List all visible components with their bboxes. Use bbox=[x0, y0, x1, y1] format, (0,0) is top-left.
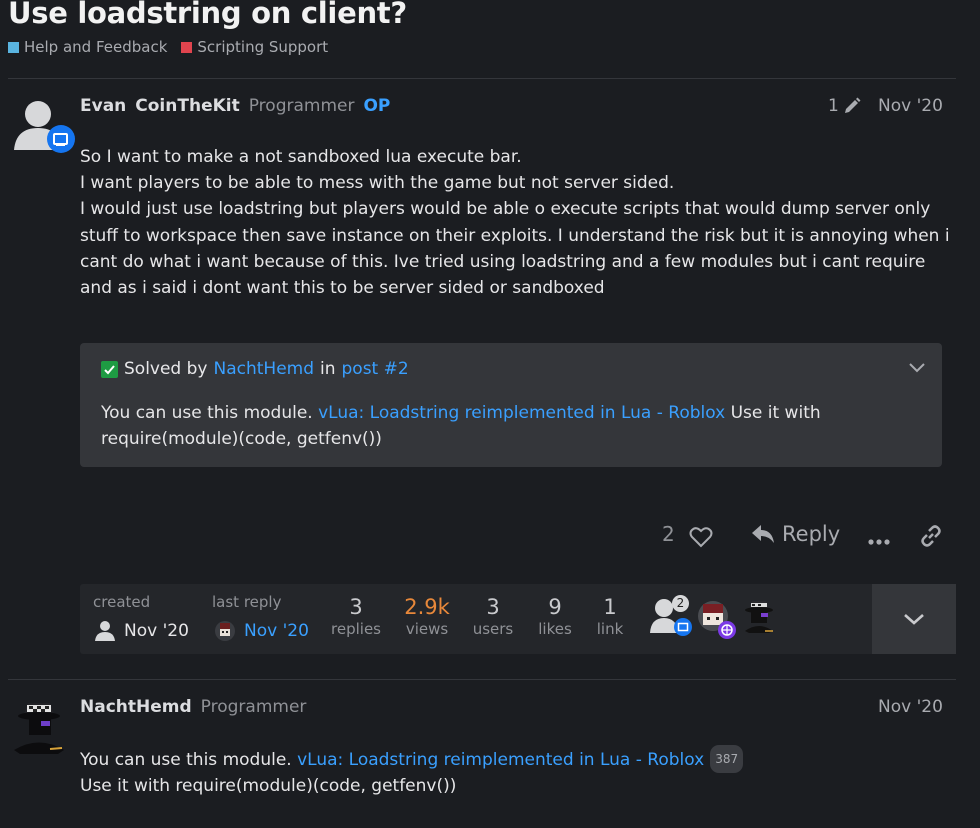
accepted-answer-box: Solved by NachtHemd in post #2 You can u… bbox=[80, 343, 942, 467]
post-username[interactable]: Evan bbox=[80, 96, 126, 116]
post-content: You can use this module. vLua: Loadstrin… bbox=[80, 745, 960, 799]
default-user-icon bbox=[95, 621, 115, 641]
heart-icon bbox=[689, 527, 713, 548]
participant-avatar[interactable]: 2 bbox=[650, 595, 694, 639]
views-count: 2.9k bbox=[404, 595, 450, 619]
topic-title[interactable]: Use loadstring on client? bbox=[8, 0, 407, 30]
pencil-icon bbox=[844, 97, 861, 113]
chevron-down-icon bbox=[904, 614, 924, 625]
participant-avatar[interactable] bbox=[739, 597, 779, 639]
post-paragraph: I would just use loadstring but players … bbox=[80, 199, 950, 299]
op-badge: OP bbox=[363, 96, 391, 116]
avatar[interactable] bbox=[10, 700, 68, 760]
post-paragraph: Use it with require(module)(code, getfen… bbox=[80, 776, 457, 797]
post-display-name[interactable]: CoinTheKit bbox=[135, 96, 239, 116]
topic-divider bbox=[8, 78, 956, 79]
reply-arrow-icon bbox=[752, 525, 774, 543]
link-icon bbox=[921, 525, 941, 547]
module-link[interactable]: vLua: Loadstring reimplemented in Lua - … bbox=[297, 750, 704, 770]
users-label: users bbox=[472, 620, 514, 638]
chevron-down-icon[interactable] bbox=[908, 359, 926, 378]
avatar bbox=[698, 601, 736, 639]
post-header: NachtHemd Programmer bbox=[80, 697, 306, 717]
views-label: views bbox=[405, 620, 449, 638]
last-reply-date-text: Nov '20 bbox=[244, 621, 309, 641]
more-actions-button[interactable] bbox=[867, 532, 891, 551]
participant-post-count: 2 bbox=[672, 595, 689, 612]
category-label: Help and Feedback bbox=[24, 38, 168, 56]
solution-excerpt: You can use this module. vLua: Loadstrin… bbox=[101, 400, 921, 452]
default-user-icon bbox=[14, 101, 75, 153]
views-stat: 2.9k views bbox=[392, 595, 462, 638]
post-paragraph: I want players to be able to mess with t… bbox=[80, 173, 675, 194]
avatar bbox=[745, 601, 773, 633]
post-divider bbox=[8, 679, 956, 680]
category-breadcrumb: Help and Feedback Scripting Support bbox=[8, 38, 328, 56]
like-button[interactable] bbox=[689, 526, 713, 552]
post-date[interactable]: Nov '20 bbox=[878, 697, 943, 717]
links-stat: 1 link bbox=[575, 595, 645, 638]
category-scripting-support[interactable]: Scripting Support bbox=[181, 38, 328, 56]
replies-stat: 3 replies bbox=[321, 595, 391, 638]
solver-username-link[interactable]: NachtHemd bbox=[213, 359, 314, 379]
edit-count: 1 bbox=[828, 96, 839, 116]
created-label: created bbox=[93, 593, 151, 611]
links-label: link bbox=[596, 620, 624, 638]
solved-by-line: Solved by NachtHemd in post #2 bbox=[101, 359, 409, 379]
solution-text: You can use this module. bbox=[101, 403, 319, 423]
post-text: You can use this module. bbox=[80, 750, 298, 770]
topic-map: created Nov '20 last reply Nov '20 3 rep… bbox=[80, 584, 956, 654]
solution-post-link[interactable]: post #2 bbox=[342, 359, 409, 379]
avatar[interactable] bbox=[12, 98, 78, 158]
users-count: 3 bbox=[486, 595, 500, 619]
category-color-swatch bbox=[181, 41, 193, 53]
links-count: 1 bbox=[603, 595, 617, 619]
reply-label: Reply bbox=[782, 522, 841, 546]
reply-button[interactable]: Reply bbox=[751, 522, 840, 546]
last-reply-date[interactable]: Nov '20 bbox=[214, 620, 309, 642]
category-help-and-feedback[interactable]: Help and Feedback bbox=[8, 38, 167, 56]
post-header: Evan CoinTheKit Programmer OP bbox=[80, 96, 390, 116]
users-stat: 3 users bbox=[458, 595, 528, 638]
created-date-text: Nov '20 bbox=[124, 621, 189, 641]
post-date[interactable]: Nov '20 bbox=[878, 96, 943, 116]
post-content: So I want to make a not sandboxed lua ex… bbox=[80, 144, 960, 301]
last-reply-label: last reply bbox=[212, 593, 282, 611]
replies-count: 3 bbox=[349, 595, 363, 619]
ellipsis-icon bbox=[868, 539, 890, 545]
user-title: Programmer bbox=[200, 697, 307, 717]
category-label: Scripting Support bbox=[197, 38, 329, 56]
avatar-image bbox=[14, 703, 64, 754]
avatar bbox=[215, 621, 235, 641]
expand-topic-map-button[interactable] bbox=[872, 584, 956, 654]
link-click-count: 387 bbox=[710, 745, 744, 774]
post-paragraph: So I want to make a not sandboxed lua ex… bbox=[80, 147, 522, 167]
post-username[interactable]: NachtHemd bbox=[80, 697, 192, 717]
edit-history-button[interactable]: 1 bbox=[828, 96, 862, 116]
in-label: in bbox=[320, 359, 336, 379]
participant-avatar[interactable] bbox=[696, 599, 738, 641]
checkbox-checked-icon bbox=[101, 360, 118, 378]
share-link-button[interactable] bbox=[919, 524, 943, 552]
category-color-swatch bbox=[8, 41, 19, 53]
solution-link[interactable]: vLua: Loadstring reimplemented in Lua - … bbox=[318, 403, 725, 423]
like-count[interactable]: 2 bbox=[662, 522, 675, 546]
post-paragraph: You can use this module. vLua: Loadstrin… bbox=[80, 745, 960, 774]
solved-by-label: Solved by bbox=[124, 359, 208, 379]
replies-label: replies bbox=[331, 620, 381, 638]
created-date[interactable]: Nov '20 bbox=[94, 620, 189, 642]
user-title: Programmer bbox=[248, 96, 355, 116]
